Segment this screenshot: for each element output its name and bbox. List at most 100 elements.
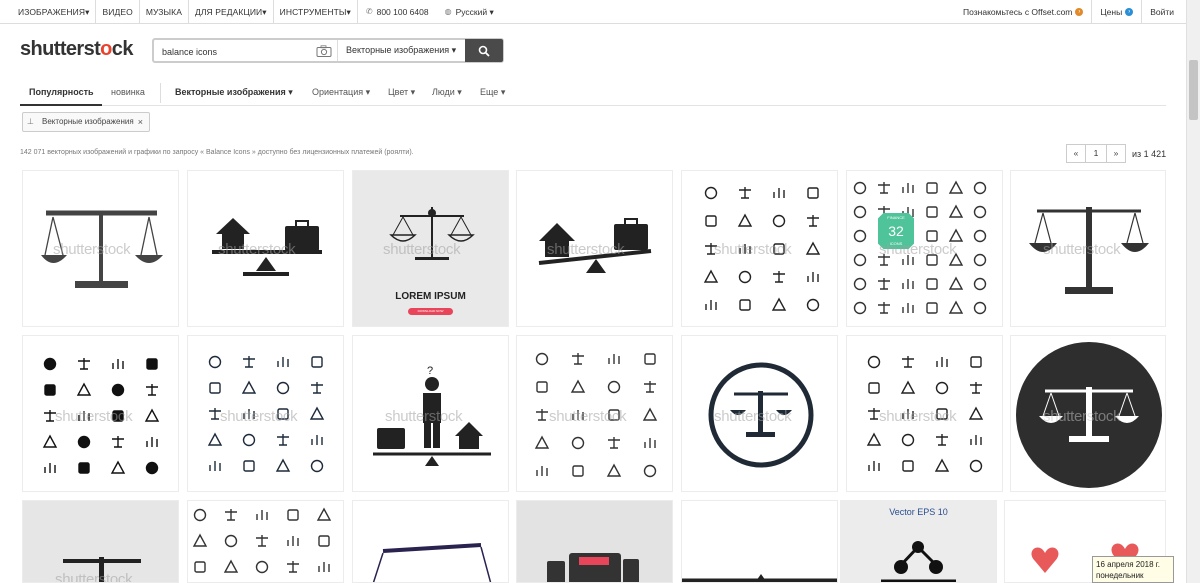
- mini-icon: [287, 561, 299, 573]
- camera-icon[interactable]: [314, 42, 334, 60]
- mini-icon: [902, 279, 914, 289]
- result-tile[interactable]: shutterstock: [681, 170, 838, 327]
- mini-icon: [739, 299, 751, 311]
- mini-icon: [255, 560, 269, 574]
- result-tile[interactable]: shutterstock: [1010, 170, 1166, 327]
- mini-icon: [209, 461, 221, 471]
- mini-icon: [44, 410, 56, 422]
- mini-icon: [311, 356, 323, 368]
- language-label: Русский ▾: [455, 7, 494, 17]
- mini-icon: [642, 407, 658, 421]
- mini-icon: [76, 382, 92, 396]
- mini-icon: [535, 352, 549, 366]
- mini-icon: [926, 182, 938, 194]
- mini-icon: [112, 410, 124, 422]
- result-tile[interactable]: 32 FINANCE ICONS shutterstock: [846, 170, 1003, 327]
- result-tile[interactable]: shutterstock: [187, 335, 344, 492]
- mini-icon: [902, 183, 914, 193]
- nav-music[interactable]: МУЗЫКА: [140, 0, 189, 24]
- result-tile[interactable]: ? shutterstock: [352, 335, 509, 492]
- mini-icon: [902, 303, 914, 313]
- mini-icon: [209, 408, 221, 420]
- arrow-right-icon: ›: [1075, 8, 1084, 16]
- mini-icon: [256, 535, 268, 547]
- mini-icon: [969, 459, 983, 473]
- result-tile[interactable]: shutterstock: [516, 170, 673, 327]
- result-tile[interactable]: [516, 500, 673, 583]
- finance-badge-bottom: ICONS: [889, 241, 903, 246]
- result-tile[interactable]: shutterstock: [846, 335, 1003, 492]
- sort-new[interactable]: новинка: [111, 80, 145, 106]
- search-input[interactable]: [162, 44, 312, 59]
- result-tile[interactable]: [681, 500, 838, 583]
- filter-people[interactable]: Люди ▾: [432, 80, 462, 106]
- filter-orientation[interactable]: Ориентация ▾: [312, 80, 370, 106]
- filter-more[interactable]: Еще ▾: [480, 80, 505, 106]
- mini-icon: [948, 252, 964, 266]
- finance-badge-number: 32: [888, 223, 904, 239]
- mini-icon: [936, 408, 948, 420]
- page-number[interactable]: 1: [1086, 144, 1106, 163]
- mini-icon: [571, 436, 585, 450]
- prev-page-button[interactable]: «: [1066, 144, 1086, 163]
- shutterstock-logo[interactable]: shutterstock: [20, 38, 133, 61]
- mini-icon: [878, 254, 890, 266]
- mini-icon: [78, 358, 90, 370]
- mini-icon: [853, 205, 867, 219]
- search-button[interactable]: [465, 39, 503, 62]
- scrollbar-thumb[interactable]: [1189, 60, 1198, 120]
- filter-color[interactable]: Цвет ▾: [388, 80, 415, 106]
- offset-link[interactable]: Познакомьтесь с Offset.com ›: [955, 0, 1091, 24]
- mini-icon: [146, 384, 158, 396]
- mini-icon: [868, 461, 880, 471]
- svg-text:?: ?: [427, 365, 433, 377]
- result-tile[interactable]: Vector EPS 10: [840, 500, 997, 583]
- mini-icon: [739, 244, 751, 254]
- filter-vector[interactable]: Векторные изображения ▾: [175, 80, 293, 106]
- language-selector[interactable]: ◍ Русский ▾: [437, 0, 502, 24]
- result-tile[interactable]: shutterstock: [22, 500, 179, 583]
- mini-icon: [866, 432, 882, 446]
- mini-icon: [968, 406, 984, 420]
- nav-tools[interactable]: ИНСТРУМЕНТЫ▾: [274, 0, 358, 24]
- image-type-dropdown[interactable]: Векторные изображения ▾: [337, 40, 465, 61]
- mini-icon: [970, 435, 982, 445]
- mini-icon: [209, 382, 221, 394]
- login-link[interactable]: Войти: [1141, 0, 1182, 24]
- mini-icon: [644, 438, 656, 448]
- balance-scale-icon: [41, 210, 163, 288]
- mini-icon: [900, 380, 916, 394]
- sort-popular[interactable]: Популярность: [20, 80, 102, 106]
- active-filter-chip[interactable]: ⊥ Векторные изображения ×: [22, 112, 150, 132]
- prices-link[interactable]: Цены ›: [1091, 0, 1141, 24]
- mini-icon: [78, 411, 90, 421]
- result-tile[interactable]: [352, 500, 509, 583]
- mini-icon: [970, 382, 982, 394]
- nav-images[interactable]: ИЗОБРАЖЕНИЯ▾: [14, 0, 97, 24]
- mini-icon: [703, 269, 719, 283]
- nav-editorial[interactable]: ДЛЯ РЕДАКЦИИ▾: [189, 0, 274, 24]
- result-tile[interactable]: shutterstock: [22, 335, 179, 492]
- mini-icon: [644, 353, 656, 365]
- mini-icon: [146, 358, 158, 370]
- phone-link[interactable]: ✆ 800 100 6408: [358, 0, 437, 24]
- next-page-button[interactable]: »: [1106, 144, 1126, 163]
- mini-icon: [973, 181, 987, 195]
- mini-icon: [926, 302, 938, 314]
- icon-set-grid: [853, 180, 987, 315]
- result-tile[interactable]: shutterstock: [1010, 335, 1166, 492]
- page-scrollbar[interactable]: [1186, 0, 1200, 583]
- close-icon[interactable]: ×: [138, 113, 143, 131]
- prices-label: Цены: [1100, 7, 1123, 17]
- mini-icon: [807, 215, 819, 227]
- result-tile[interactable]: shutterstock: [22, 170, 179, 327]
- result-tile[interactable]: [187, 500, 344, 583]
- result-tile[interactable]: LOREM IPSUM DOWNLOAD NOW shutterstock: [352, 170, 509, 327]
- nav-video[interactable]: ВИДЕО: [96, 0, 140, 24]
- result-tile[interactable]: shutterstock: [516, 335, 673, 492]
- mini-icon: [936, 434, 948, 446]
- result-tile[interactable]: shutterstock: [681, 335, 838, 492]
- mini-icon: [606, 463, 622, 477]
- result-tile[interactable]: shutterstock: [187, 170, 344, 327]
- mini-icon: [287, 509, 299, 521]
